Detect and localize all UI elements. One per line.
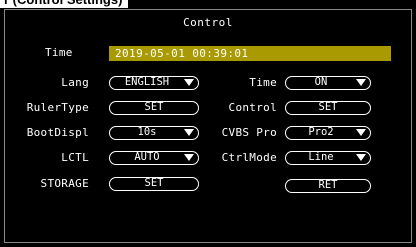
control-menu-panel: Control Time 2019-05-01 00:39:01 Lang EN… <box>4 9 412 243</box>
triangle-down-icon <box>356 154 366 161</box>
lang-label: Lang <box>61 76 89 89</box>
triangle-down-icon <box>356 79 366 86</box>
cvbs-pro-dropdown[interactable]: Pro2 <box>285 126 371 140</box>
storage-set-button[interactable]: SET <box>109 177 199 191</box>
bootdispl-value: 10s <box>137 126 157 138</box>
ctrlmode-label: CtrlMode <box>221 151 277 164</box>
ctrlmode-value: Line <box>308 151 334 163</box>
ctrlmode-dropdown[interactable]: Line <box>285 151 371 165</box>
ret-label: RET <box>318 179 338 191</box>
storage-label: STORAGE <box>40 177 89 190</box>
rulertype-set-label: SET <box>144 101 164 113</box>
screenshot-frame: r (Control Settings) Control Time 2019-0… <box>0 0 416 247</box>
ret-button[interactable]: RET <box>285 179 371 193</box>
menu-title: Control <box>183 16 233 29</box>
time-display-value: ON <box>314 76 328 88</box>
time-display-label: Time <box>249 76 277 89</box>
lctl-dropdown[interactable]: AUTO <box>109 151 199 165</box>
cvbs-pro-label: CVBS Pro <box>221 126 277 139</box>
triangle-down-icon <box>184 154 194 161</box>
control-set-label: SET <box>318 101 338 113</box>
rulertype-set-button[interactable]: SET <box>109 101 199 115</box>
triangle-down-icon <box>356 129 366 136</box>
time-input[interactable]: 2019-05-01 00:39:01 <box>109 46 391 61</box>
bootdispl-label: BootDispl <box>26 126 89 139</box>
lctl-value: AUTO <box>134 151 160 163</box>
triangle-down-icon <box>184 79 194 86</box>
screenshot-caption: r (Control Settings) <box>0 0 129 8</box>
control-set-button[interactable]: SET <box>285 101 371 115</box>
cvbs-pro-value: Pro2 <box>308 126 334 138</box>
storage-set-label: SET <box>144 177 164 189</box>
lctl-label: LCTL <box>61 151 89 164</box>
lang-value: ENGLISH <box>124 76 170 88</box>
bootdispl-dropdown[interactable]: 10s <box>109 126 199 140</box>
time-label: Time <box>45 46 73 59</box>
triangle-down-icon <box>184 129 194 136</box>
time-display-dropdown[interactable]: ON <box>285 76 371 90</box>
lang-dropdown[interactable]: ENGLISH <box>109 76 199 90</box>
rulertype-label: RulerType <box>26 101 89 114</box>
control-label: Control <box>228 101 277 114</box>
